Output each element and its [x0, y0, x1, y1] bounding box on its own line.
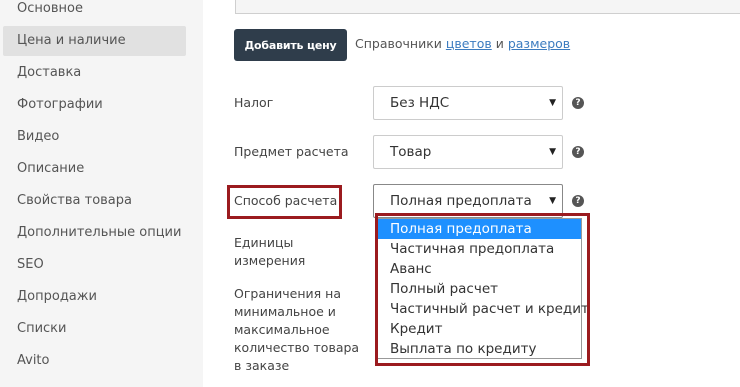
sidebar-item-video[interactable]: Видео: [0, 122, 186, 152]
references-text: Справочники цветов и размеров: [355, 36, 570, 51]
subject-select-value: Товар: [390, 144, 432, 160]
sidebar-item-properties[interactable]: Свойства товара: [0, 186, 186, 216]
tax-select[interactable]: Без НДС ▼: [373, 86, 563, 120]
chevron-down-icon: ▼: [549, 98, 556, 108]
dropdown-option[interactable]: Частичная предоплата: [378, 239, 581, 259]
method-select-value: Полная предоплата: [390, 193, 532, 209]
units-label-line: Единицы: [234, 235, 294, 250]
units-label-line: измерения: [234, 253, 306, 268]
top-field[interactable]: [235, 0, 740, 14]
sidebar-item-price[interactable]: Цена и наличие: [3, 26, 186, 56]
sidebar: Основное Цена и наличие Доставка Фотогра…: [0, 0, 203, 387]
limits-label-line: максимальное: [234, 322, 330, 337]
sizes-link[interactable]: размеров: [508, 36, 570, 51]
sidebar-item-upsells[interactable]: Допродажи: [0, 282, 186, 312]
limits-label-line: количество товара: [234, 340, 360, 355]
method-select[interactable]: Полная предоплата ▼: [373, 184, 563, 218]
method-label: Способ расчета: [234, 193, 338, 208]
tax-select-value: Без НДС: [390, 95, 450, 111]
limits-label: Ограничения на минимальное и максимально…: [234, 285, 359, 375]
sidebar-item-photos[interactable]: Фотографии: [0, 90, 186, 120]
sidebar-item-main[interactable]: Основное: [0, 0, 186, 24]
limits-label-line: минимальное и: [234, 304, 336, 319]
limits-label-line: Ограничения на: [234, 286, 341, 301]
references-prefix: Справочники: [355, 36, 442, 51]
sidebar-item-description[interactable]: Описание: [0, 154, 186, 184]
subject-label: Предмет расчета: [234, 144, 349, 159]
sidebar-item-options[interactable]: Дополнительные опции: [0, 218, 186, 248]
sidebar-item-avito[interactable]: Avito: [0, 346, 186, 376]
dropdown-option[interactable]: Аванс: [378, 259, 581, 279]
help-icon[interactable]: ?: [572, 146, 584, 158]
colors-link[interactable]: цветов: [446, 36, 492, 51]
references-and: и: [495, 36, 504, 51]
units-label: Единицы измерения: [234, 234, 305, 270]
subject-select[interactable]: Товар ▼: [373, 135, 563, 169]
dropdown-option[interactable]: Полная предоплата: [378, 219, 581, 239]
sidebar-item-seo[interactable]: SEO: [0, 250, 186, 280]
method-dropdown-list: Полная предоплата Частичная предоплата А…: [377, 218, 589, 359]
add-price-button[interactable]: Добавить цену: [234, 29, 347, 61]
dropdown-option[interactable]: Выплата по кредиту: [378, 339, 581, 359]
tax-label: Налог: [234, 95, 274, 110]
dropdown-option[interactable]: Частичный расчет и кредит: [378, 299, 589, 319]
limits-label-line: в заказе: [234, 358, 290, 373]
sidebar-item-lists[interactable]: Списки: [0, 314, 186, 344]
dropdown-option[interactable]: Полный расчет: [378, 279, 581, 299]
help-icon[interactable]: ?: [572, 97, 584, 109]
chevron-down-icon: ▼: [549, 196, 556, 206]
help-icon[interactable]: ?: [572, 195, 584, 207]
chevron-down-icon: ▼: [549, 147, 556, 157]
sidebar-item-delivery[interactable]: Доставка: [0, 58, 186, 88]
dropdown-option[interactable]: Кредит: [378, 319, 581, 339]
